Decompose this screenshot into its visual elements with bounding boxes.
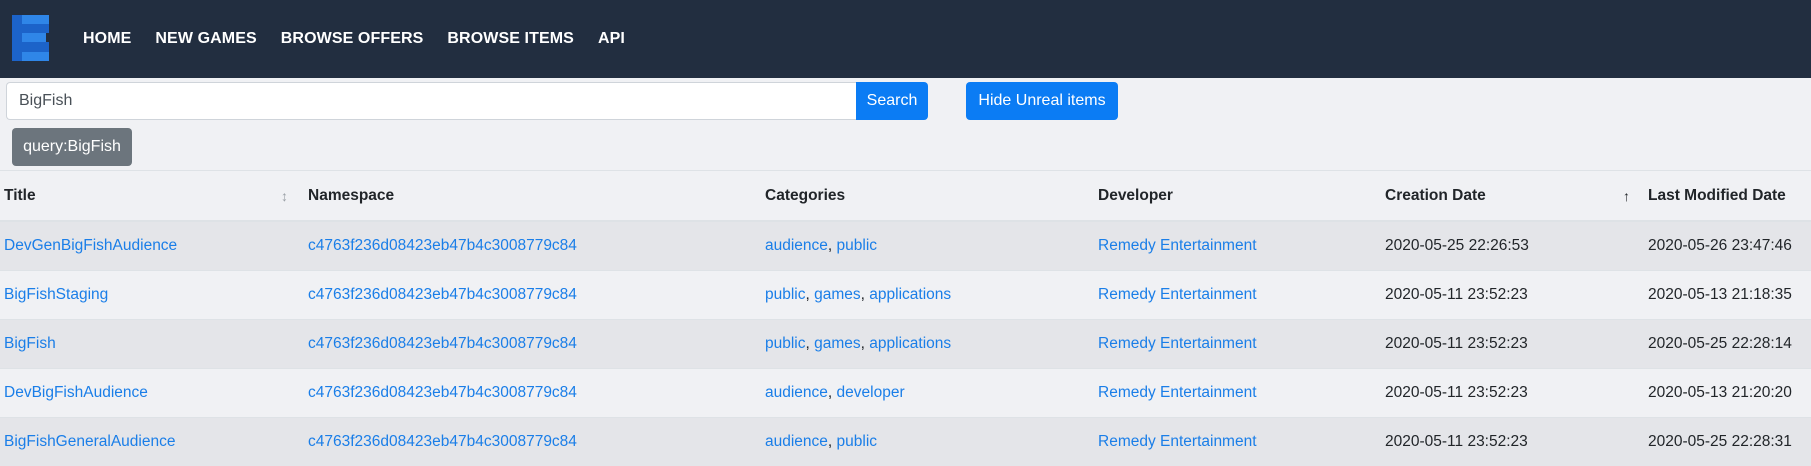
last-modified-cell: 2020-05-25 22:28:31 (1644, 418, 1811, 466)
creation-date-cell: 2020-05-11 23:52:23 (1381, 418, 1644, 466)
creation-date-cell: 2020-05-11 23:52:23 (1381, 320, 1644, 369)
category-link[interactable]: audience (765, 237, 828, 254)
last-modified-cell: 2020-05-13 21:20:20 (1644, 369, 1811, 418)
creation-date-cell: 2020-05-11 23:52:23 (1381, 271, 1644, 320)
namespace-link[interactable]: c4763f236d08423eb47b4c3008779c84 (308, 433, 577, 450)
sort-ascending-icon[interactable]: ↑ (1623, 188, 1630, 204)
creation-date-cell: 2020-05-11 23:52:23 (1381, 369, 1644, 418)
last-modified-column-header[interactable]: Last Modified Date (1644, 171, 1811, 222)
table-row: DevGenBigFishAudience c4763f236d08423eb4… (0, 221, 1811, 271)
creation-date-header-label: Creation Date (1385, 187, 1486, 204)
sort-unsorted-icon[interactable]: ↕ (281, 188, 288, 204)
nav-home-link[interactable]: HOME (83, 30, 131, 48)
namespace-link[interactable]: c4763f236d08423eb47b4c3008779c84 (308, 384, 577, 401)
item-title-link[interactable]: DevGenBigFishAudience (4, 237, 177, 254)
category-link[interactable]: games (814, 286, 861, 303)
category-link[interactable]: public (765, 286, 806, 303)
item-title-link[interactable]: BigFishGeneralAudience (4, 433, 175, 450)
last-modified-header-label: Last Modified Date (1648, 187, 1786, 204)
last-modified-cell: 2020-05-13 21:18:35 (1644, 271, 1811, 320)
category-link[interactable]: public (765, 335, 806, 352)
creation-date-column-header[interactable]: Creation Date ↑ (1381, 171, 1644, 222)
namespace-link[interactable]: c4763f236d08423eb47b4c3008779c84 (308, 286, 577, 303)
nav-new-games-link[interactable]: NEW GAMES (155, 30, 256, 48)
item-title-link[interactable]: DevBigFishAudience (4, 384, 148, 401)
developer-column-header[interactable]: Developer (1094, 171, 1381, 222)
nav-links: HOME NEW GAMES BROWSE OFFERS BROWSE ITEM… (83, 0, 649, 78)
namespace-header-label: Namespace (308, 187, 394, 204)
category-link[interactable]: applications (869, 286, 951, 303)
category-link[interactable]: audience (765, 433, 828, 450)
category-link[interactable]: developer (837, 384, 905, 401)
nav-browse-items-link[interactable]: BROWSE ITEMS (447, 30, 574, 48)
namespace-link[interactable]: c4763f236d08423eb47b4c3008779c84 (308, 335, 577, 352)
developer-header-label: Developer (1098, 187, 1173, 204)
category-link[interactable]: audience (765, 384, 828, 401)
creation-date-cell: 2020-05-25 22:26:53 (1381, 221, 1644, 271)
query-filter-tag[interactable]: query:BigFish (12, 128, 132, 166)
epic-e-logo-icon[interactable] (12, 15, 49, 61)
search-button[interactable]: Search (856, 82, 928, 120)
namespace-column-header[interactable]: Namespace (304, 171, 761, 222)
category-link[interactable]: games (814, 335, 861, 352)
nav-browse-offers-link[interactable]: BROWSE OFFERS (281, 30, 424, 48)
developer-link[interactable]: Remedy Entertainment (1098, 237, 1257, 254)
item-title-link[interactable]: BigFishStaging (4, 286, 108, 303)
title-header-label: Title (4, 187, 36, 204)
category-link[interactable]: applications (869, 335, 951, 352)
last-modified-cell: 2020-05-26 23:47:46 (1644, 221, 1811, 271)
table-row: BigFishStaging c4763f236d08423eb47b4c300… (0, 271, 1811, 320)
category-link[interactable]: public (837, 237, 878, 254)
results-table: Title ↕ Namespace Categories Developer C… (0, 170, 1811, 466)
developer-link[interactable]: Remedy Entertainment (1098, 335, 1257, 352)
title-column-header[interactable]: Title ↕ (0, 171, 304, 222)
top-navbar: HOME NEW GAMES BROWSE OFFERS BROWSE ITEM… (0, 0, 1811, 78)
search-input[interactable] (6, 82, 856, 120)
table-header-row: Title ↕ Namespace Categories Developer C… (0, 171, 1811, 222)
nav-api-link[interactable]: API (598, 30, 625, 48)
namespace-link[interactable]: c4763f236d08423eb47b4c3008779c84 (308, 237, 577, 254)
table-row: DevBigFishAudience c4763f236d08423eb47b4… (0, 369, 1811, 418)
last-modified-cell: 2020-05-25 22:28:14 (1644, 320, 1811, 369)
item-title-link[interactable]: BigFish (4, 335, 56, 352)
category-link[interactable]: public (837, 433, 878, 450)
hide-unreal-items-button[interactable]: Hide Unreal items (966, 82, 1118, 120)
developer-link[interactable]: Remedy Entertainment (1098, 286, 1257, 303)
categories-column-header[interactable]: Categories (761, 171, 1094, 222)
table-row: BigFish c4763f236d08423eb47b4c3008779c84… (0, 320, 1811, 369)
table-row: BigFishGeneralAudience c4763f236d08423eb… (0, 418, 1811, 466)
search-bar: Search (6, 82, 928, 120)
developer-link[interactable]: Remedy Entertainment (1098, 433, 1257, 450)
categories-header-label: Categories (765, 187, 845, 204)
developer-link[interactable]: Remedy Entertainment (1098, 384, 1257, 401)
